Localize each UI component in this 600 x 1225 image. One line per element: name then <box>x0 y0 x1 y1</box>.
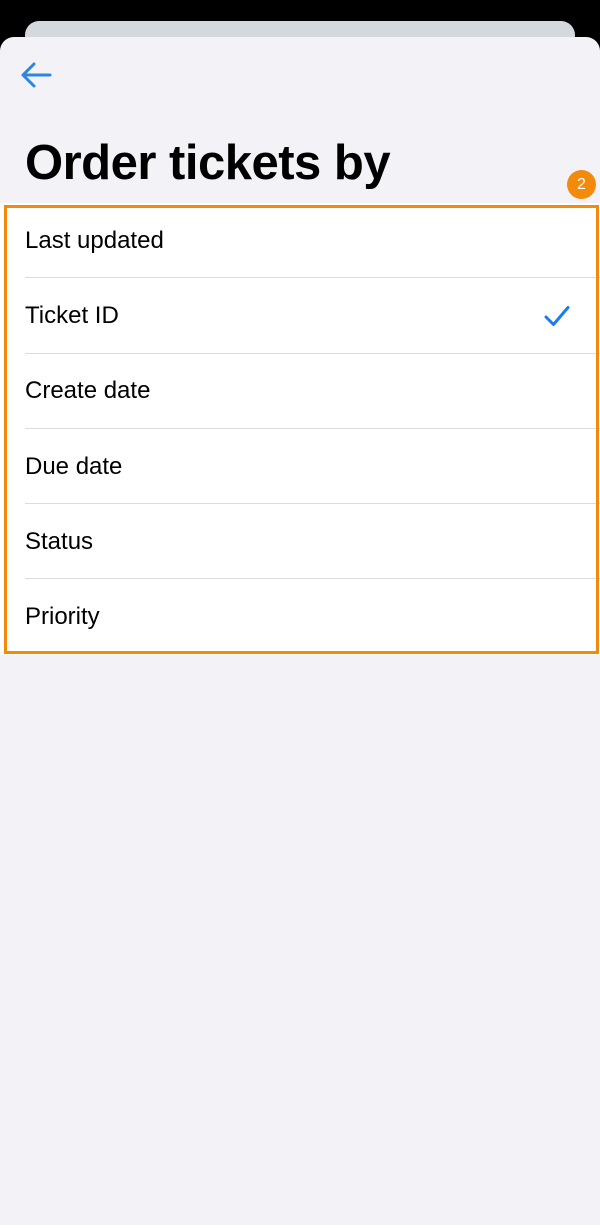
option-label: Status <box>25 527 94 555</box>
checkmark-icon <box>544 305 570 326</box>
option-due-date[interactable]: Due date <box>0 429 600 505</box>
arrow-left-icon <box>21 62 52 88</box>
option-label: Priority <box>25 603 100 631</box>
option-status[interactable]: Status <box>0 504 600 580</box>
page-title: Order tickets by <box>25 136 391 190</box>
option-label: Ticket ID <box>25 301 119 329</box>
option-label: Due date <box>25 452 123 480</box>
option-label: Create date <box>25 377 151 405</box>
option-label: Last updated <box>25 226 164 254</box>
option-priority[interactable]: Priority <box>0 579 600 654</box>
option-create-date[interactable]: Create date <box>0 354 600 430</box>
sort-sheet: Order tickets by 2 Last updated Ticket I… <box>0 37 600 1225</box>
back-button[interactable] <box>14 55 58 95</box>
option-last-updated[interactable]: Last updated <box>0 203 600 279</box>
highlight-badge: 2 <box>567 170 596 199</box>
option-ticket-id[interactable]: Ticket ID <box>0 278 600 354</box>
sort-options-list: Last updated Ticket ID Create date Due d… <box>0 203 600 655</box>
